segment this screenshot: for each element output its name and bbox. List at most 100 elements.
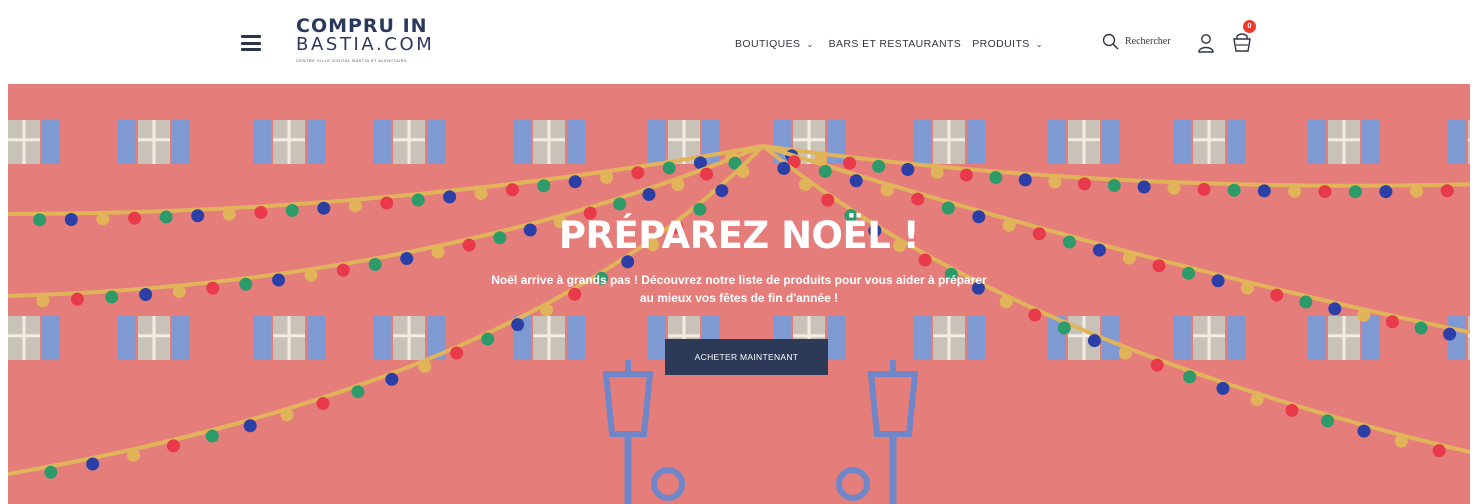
garland-bulb: [481, 332, 495, 346]
garland-bulb: [642, 188, 656, 201]
window-shutter: [307, 120, 325, 164]
garland-bulb: [411, 193, 425, 207]
garland-bulb: [1018, 173, 1032, 187]
window-shutter: [1048, 120, 1066, 164]
window-shutter: [648, 316, 666, 360]
garland-bulb: [418, 359, 432, 373]
garland-bulb: [1216, 381, 1230, 395]
garland-bulb: [1057, 321, 1071, 335]
nav-item-produits[interactable]: PRODUITS ⌄: [972, 38, 1043, 50]
nav-item-label: BOUTIQUES: [735, 38, 801, 50]
window-shutter: [967, 316, 985, 360]
garland-bulb: [1257, 184, 1271, 198]
garland-bulb: [662, 161, 676, 175]
garland-bulb: [127, 448, 141, 462]
main-navigation: BOUTIQUES ⌄ BARS ET RESTAURANTS PRODUITS…: [735, 36, 1043, 52]
window-shutter: [1362, 316, 1380, 360]
window-shutter: [1102, 120, 1120, 164]
garland-bulb: [1150, 358, 1164, 372]
garland-bulb: [568, 175, 582, 189]
garland-bulb: [205, 429, 219, 443]
garland-bulb: [1107, 179, 1121, 192]
window-shutter: [1308, 316, 1326, 360]
window-shutter: [1448, 120, 1466, 164]
garland-bulb: [1078, 177, 1092, 191]
street-lantern: [651, 467, 685, 501]
window-shutter: [1227, 120, 1245, 164]
garland-bulb: [1028, 308, 1042, 322]
garland-bulb: [1394, 434, 1408, 448]
garland-bulb: [843, 156, 857, 170]
buy-now-button[interactable]: ACHETER MAINTENANT: [665, 339, 828, 375]
garland-bulb: [798, 177, 812, 191]
chevron-down-icon: ⌄: [806, 39, 814, 49]
garland-bulb: [86, 457, 100, 471]
window-glass: [1468, 316, 1470, 360]
window-shutter: [373, 120, 391, 164]
garland-bulb: [385, 372, 399, 386]
garland-bulb: [1348, 185, 1362, 199]
garland-bulb: [621, 255, 635, 269]
garland-bulb: [818, 164, 832, 178]
cart-count-badge: 0: [1243, 20, 1256, 33]
window-shutter: [253, 316, 271, 360]
hamburger-menu-icon[interactable]: [241, 35, 261, 51]
hero-subtitle-line1: Noël arrive à grands pas ! Découvrez not…: [491, 273, 987, 287]
window-shutter: [1173, 316, 1191, 360]
garland-bulb: [821, 193, 835, 207]
logo-line2: BASTIA.COM: [296, 34, 435, 55]
garland-bulb: [348, 199, 362, 213]
chevron-down-icon: ⌄: [1035, 39, 1043, 49]
window-shutter: [307, 316, 325, 360]
garland-bulb: [351, 385, 365, 399]
garland-bulb: [1087, 334, 1101, 348]
garland-bulb: [505, 183, 519, 197]
street-lantern: [836, 467, 870, 501]
window-shutter: [172, 120, 190, 164]
garland-bulb: [1432, 444, 1446, 458]
window-shutter: [913, 316, 931, 360]
garland-bulb: [1137, 180, 1151, 194]
garland-bulb: [1321, 414, 1335, 428]
window-shutter: [42, 120, 60, 164]
garland-bulb: [901, 162, 915, 176]
window-shutter: [1308, 120, 1326, 164]
garland-bulb: [1357, 308, 1371, 322]
user-icon[interactable]: [1197, 33, 1215, 53]
garland-bulb: [1440, 184, 1454, 198]
garland-bulb: [1167, 181, 1181, 195]
window-shutter: [827, 316, 845, 360]
street-lantern: [602, 371, 654, 437]
nav-item-boutiques[interactable]: BOUTIQUES ⌄: [735, 38, 814, 50]
garland-bulb: [600, 170, 614, 184]
garland-bulb: [317, 201, 331, 215]
hero-subtitle-line2: au mieux vos fêtes de fin d'année !: [639, 291, 839, 305]
street-lantern: [867, 371, 919, 437]
window-shutter: [967, 120, 985, 164]
garland-bulb: [1183, 370, 1197, 384]
garland-bulb: [880, 183, 894, 197]
garland-bulb: [613, 197, 627, 211]
garland-bulb: [671, 178, 685, 192]
garland-bulb: [537, 179, 551, 193]
garland-bulb: [1250, 393, 1264, 406]
logo-tagline: CENTRE VILLE DIGITAL BASTIA ET ALENTOURS: [296, 58, 408, 63]
garland-bulb: [280, 408, 294, 422]
window-shutter: [118, 120, 136, 164]
site-header: COMPRU IN BASTIA.COM CENTRE VILLE DIGITA…: [0, 0, 1478, 84]
garland-bulb: [911, 192, 925, 206]
garland-bulb: [1414, 321, 1428, 335]
window-shutter: [513, 120, 531, 164]
nav-item-bars-restaurants[interactable]: BARS ET RESTAURANTS: [829, 38, 962, 50]
garland-bulb: [849, 174, 863, 188]
garland-bulb: [166, 439, 180, 453]
garland-bulb: [1410, 184, 1424, 198]
window-shutter: [567, 316, 585, 360]
nav-item-label: BARS ET RESTAURANTS: [828, 38, 962, 50]
site-logo[interactable]: COMPRU IN BASTIA.COM CENTRE VILLE DIGITA…: [296, 17, 446, 67]
search-button[interactable]: Rechercher: [1102, 33, 1171, 50]
window-shutter: [567, 120, 585, 164]
garland-bulb: [872, 159, 886, 173]
window-shutter: [913, 120, 931, 164]
cart-icon[interactable]: [1232, 31, 1252, 53]
